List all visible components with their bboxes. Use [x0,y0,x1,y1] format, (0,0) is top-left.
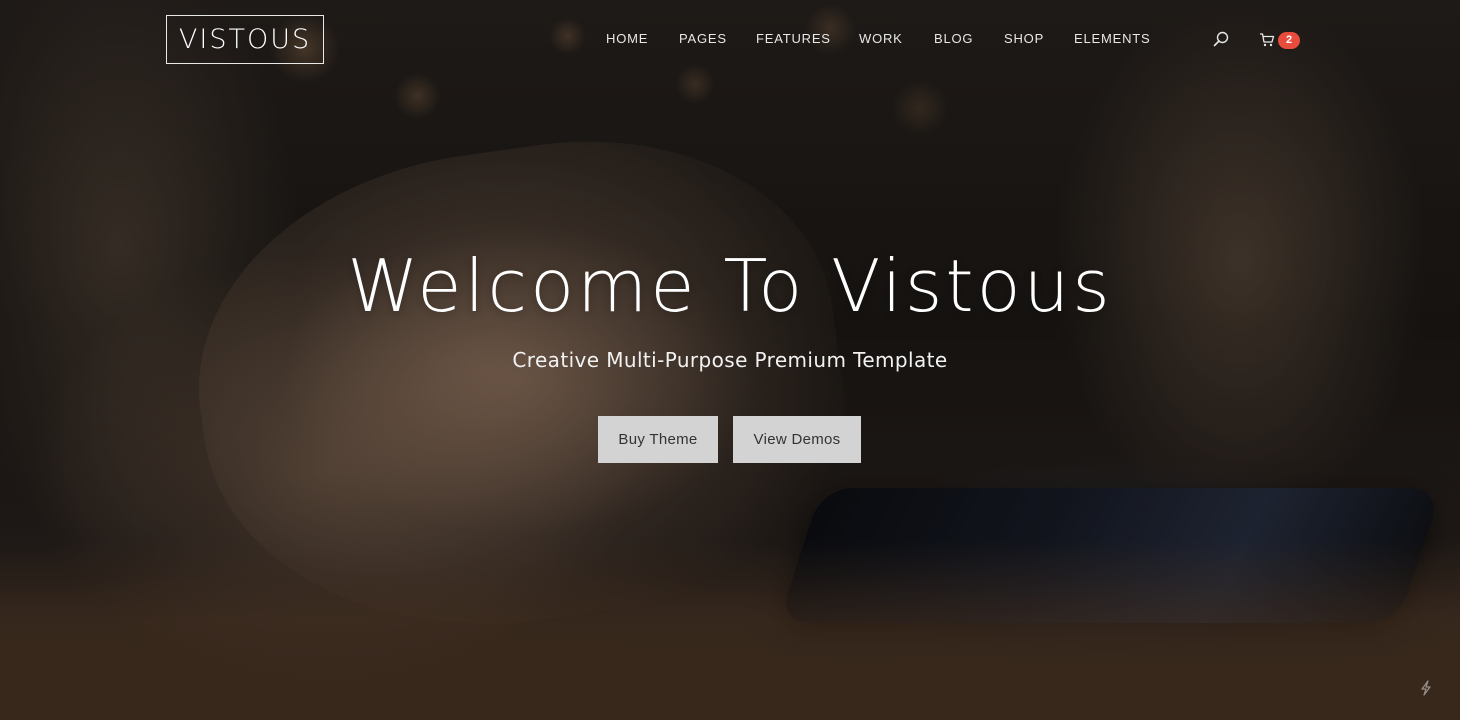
quick-action-button[interactable] [1418,680,1434,696]
search-button[interactable] [1212,30,1230,48]
cart-button[interactable]: 2 [1258,30,1302,52]
nav-item-home[interactable]: HOME [606,31,648,46]
nav-item-work[interactable]: WORK [859,31,903,46]
hero-section: VISTOUS HOME PAGES FEATURES WORK BLOG SH… [0,0,1460,720]
nav-item-blog[interactable]: BLOG [934,31,973,46]
view-demos-button[interactable]: View Demos [733,416,861,463]
main-navigation: HOME PAGES FEATURES WORK BLOG SHOP ELEME… [0,31,1460,49]
lightning-icon [1421,680,1431,696]
nav-item-elements[interactable]: ELEMENTS [1074,31,1150,46]
nav-item-pages[interactable]: PAGES [679,31,727,46]
nav-item-features[interactable]: FEATURES [756,31,831,46]
hero-subtitle: Creative Multi-Purpose Premium Template [512,348,948,372]
buy-theme-button[interactable]: Buy Theme [598,416,718,463]
nav-item-shop[interactable]: SHOP [1004,31,1044,46]
shopping-cart-icon [1260,33,1275,47]
search-icon [1213,31,1229,47]
cart-count-badge: 2 [1278,32,1300,49]
hero-title: Welcome To Vistous [347,244,1113,328]
